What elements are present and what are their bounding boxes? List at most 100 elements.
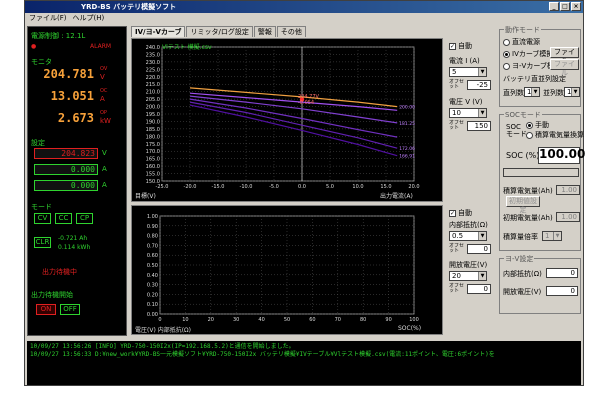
kwh-value: 0.114 kWh <box>58 244 91 251</box>
operation-mode-group: 動作モード 直流電源 IVカーブ模擬 ファイル ヨ-Vカーブ模擬 ファイル バッ… <box>499 25 581 107</box>
setting-current[interactable]: 0.000 <box>34 164 98 175</box>
setting-voltage[interactable]: 204.823 <box>34 148 98 159</box>
operation-mode-title: 動作モード <box>504 25 541 35</box>
series-select[interactable]: 1 <box>524 87 540 97</box>
internal-resistance-label: 内部抵抗(Ω) <box>503 270 542 278</box>
auto-checkbox-1[interactable]: ✓ 自動 <box>449 41 472 51</box>
current-scale-select[interactable]: 5 <box>449 67 487 77</box>
alarm-label: ALARM <box>90 43 112 50</box>
resistance-scale-select[interactable]: 0.5 <box>449 231 487 241</box>
x-tick-label: 10 <box>182 317 188 323</box>
mode-cp-button[interactable]: CP <box>76 213 93 224</box>
open-voltage-input[interactable]: 0 <box>546 286 578 296</box>
soc-value-field[interactable]: 100.00 <box>538 147 585 164</box>
x-tick-label: 20 <box>208 317 214 323</box>
soc-mode-group: SOCモード SOC モード 手動 積算電気量換算 SOC (%) 100.00… <box>499 110 585 251</box>
oc-label: OC <box>100 88 108 94</box>
accum-value-field[interactable]: 1.00 <box>556 185 580 195</box>
x-tick-label: 0 <box>158 317 161 323</box>
chart2-ylabel: 電圧(V) 内部抵抗(Ω) <box>135 327 191 334</box>
initial-value-field[interactable]: 1.00 <box>556 212 580 222</box>
op-label: OP <box>100 110 107 116</box>
x-tick-label: 60 <box>309 317 315 323</box>
accum-label: 積算電気量(Ah) <box>503 187 553 195</box>
voltage-offset-input[interactable]: 150 <box>467 121 491 131</box>
power-indicator: ● <box>31 43 37 50</box>
mode-iv-radio[interactable]: IVカーブ模擬 <box>503 49 553 59</box>
soc-plot: 0 10 20 30 40 50 60 70 80 90 100 1.00 0.90 0.80 0.70 0.… <box>147 214 419 323</box>
log-line: 10/09/27 13:56:26 [INFO] YRD-750-150I2x(… <box>30 343 295 350</box>
current-label: 電流 I (A) <box>449 57 480 65</box>
series-end-label: 181.25 <box>399 121 415 127</box>
tab-alarm[interactable]: 警報 <box>253 26 276 37</box>
y-tick-label: 0.60 <box>147 253 158 259</box>
y-tick-label: 0.70 <box>147 243 158 249</box>
soc-chart: 0 10 20 30 40 50 60 70 80 90 100 1.00 0.90 0.80 0.70 0.… <box>131 205 443 335</box>
y-tick-label: 170.0 <box>146 149 160 155</box>
clr-button[interactable]: CLR <box>34 237 51 248</box>
app-window: YRD-BS バッテリ模擬ソフト _ □ × ファイル(F) ヘルプ(H) 電源… <box>24 0 585 386</box>
parallel-select[interactable]: 1 <box>564 87 580 97</box>
resistance-offset-input[interactable]: 0 <box>467 244 491 254</box>
y-tick-label: 190.0 <box>146 119 160 125</box>
tab-other[interactable]: その他 <box>276 26 306 37</box>
ev-settings-group: ヨ-V設定 内部抵抗(Ω) 0 開放電圧(V) 0 <box>499 254 581 314</box>
marker-current: -0.054 <box>298 100 315 106</box>
y-tick-label: 150.0 <box>146 179 160 185</box>
parallel-label: 並列数 <box>543 89 564 97</box>
voltage-scale-select[interactable]: 10 <box>449 108 487 118</box>
checkbox-box: ✓ <box>449 42 456 50</box>
ah-value: -0.721 Ah <box>58 235 88 242</box>
chart1-xlabel: 出力電流(A) <box>380 193 413 200</box>
log-line: 10/09/27 13:56:33 D:¥new_work¥YRD-BS一元模擬… <box>30 351 495 358</box>
y-tick-label: 225.0 <box>146 67 160 73</box>
soc-slider[interactable] <box>503 168 579 177</box>
series-end-label: 172.06 <box>399 146 415 152</box>
rate-select[interactable]: 1 <box>542 231 562 241</box>
menu-file[interactable]: ファイル(F) <box>29 13 67 24</box>
ev-file-button[interactable]: ファイル <box>550 59 579 77</box>
x-tick-label: 50 <box>284 317 290 323</box>
x-tick-label: -20.0 <box>184 184 197 190</box>
y-tick-label: 240.0 <box>146 45 160 51</box>
current-offset-input[interactable]: -25 <box>467 80 491 90</box>
output-on-button[interactable]: ON <box>36 304 56 315</box>
x-tick-label: 5.0 <box>326 184 334 190</box>
setting-label: 設定 <box>31 139 45 147</box>
setting-current-2[interactable]: 0.000 <box>34 180 98 191</box>
maximize-button[interactable]: □ <box>560 2 570 11</box>
iv-file-button[interactable]: ファイル <box>550 47 579 65</box>
mode-dc-radio[interactable]: 直流電源 <box>503 37 540 47</box>
menu-help[interactable]: ヘルプ(H) <box>73 13 105 24</box>
y-tick-label: 160.0 <box>146 164 160 170</box>
resistance-label: 内部抵抗(Ω) <box>449 221 488 229</box>
setting-unit-a: A <box>102 165 107 173</box>
y-tick-label: 200.0 <box>146 105 160 111</box>
y-tick-label: 0.90 <box>147 224 158 230</box>
y-tick-label: 220.0 <box>146 75 160 81</box>
ocv-scale-select[interactable]: 20 <box>449 271 487 281</box>
auto-checkbox-2[interactable]: ✓ 自動 <box>449 208 472 218</box>
mode-label: モード <box>31 203 52 211</box>
soc-manual-radio[interactable]: 手動 <box>526 120 549 130</box>
ocv-offset-input[interactable]: 0 <box>467 284 491 294</box>
mode-cv-button[interactable]: CV <box>34 213 51 224</box>
init-value-button[interactable]: 初期値設定 <box>506 196 540 214</box>
setting-unit-a2: A <box>102 181 107 189</box>
x-tick-label: 30 <box>233 317 239 323</box>
y-tick-label: 205.0 <box>146 97 160 103</box>
minimize-button[interactable]: _ <box>549 2 559 11</box>
internal-resistance-input[interactable]: 0 <box>546 268 578 278</box>
tab-iv-curve[interactable]: IV/ヨ-Vカーブ <box>131 26 186 37</box>
x-tick-label: 80 <box>360 317 366 323</box>
log-console: 10/09/27 13:56:26 [INFO] YRD-750-150I2x(… <box>27 341 581 385</box>
mode-cc-button[interactable]: CC <box>55 213 72 224</box>
output-off-button[interactable]: OFF <box>60 304 80 315</box>
soc-mode-title: SOCモード <box>504 110 542 120</box>
x-tick-label: 40 <box>258 317 264 323</box>
soc-accum-radio[interactable]: 積算電気量換算 <box>526 130 584 140</box>
voltage-label: 電圧 V (V) <box>449 98 483 106</box>
tab-limiter-log[interactable]: リミッタ/ログ設定 <box>186 26 253 37</box>
close-button[interactable]: × <box>571 2 581 11</box>
initial-label: 初期電気量(Ah) <box>503 214 553 222</box>
